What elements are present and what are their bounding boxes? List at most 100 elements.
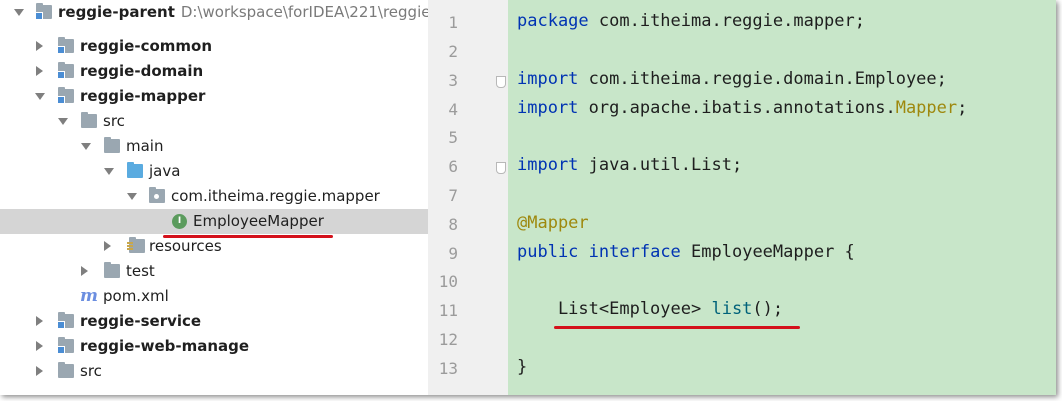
line-number: 7	[448, 186, 458, 205]
tree-item-main[interactable]: main	[0, 134, 428, 159]
code-line-6: import java.util.List;	[517, 155, 742, 175]
line-number: 5	[448, 128, 458, 147]
line-number: 4	[448, 100, 458, 119]
module-folder-icon	[57, 312, 74, 329]
chevron-down-icon[interactable]	[14, 9, 24, 16]
code-line-13: }	[517, 357, 527, 377]
tree-item-src[interactable]: src	[0, 109, 428, 134]
tree-item-label: src	[103, 112, 125, 130]
keyword: package	[517, 11, 589, 31]
tree-item-package[interactable]: com.itheima.reggie.mapper	[0, 184, 428, 209]
tree-item-label: reggie-mapper	[80, 87, 206, 105]
chevron-right-icon[interactable]	[36, 316, 43, 326]
line-number: 3	[448, 71, 458, 90]
chevron-right-icon[interactable]	[36, 66, 43, 76]
code-text: ();	[752, 299, 784, 319]
annotation: @Mapper	[517, 213, 589, 233]
module-folder-icon	[57, 62, 74, 79]
tree-item-label: reggie-common	[80, 37, 213, 55]
tree-item-label: resources	[149, 237, 222, 255]
chevron-down-icon[interactable]	[127, 193, 137, 200]
fold-marker-icon[interactable]	[496, 76, 506, 88]
tree-item-label: main	[126, 137, 164, 155]
code-text: com.itheima.reggie.mapper;	[588, 11, 865, 31]
source-folder-icon	[127, 162, 143, 178]
project-path: D:\workspace\forIDEA\221\reggie-p	[180, 3, 428, 21]
tree-item-label: EmployeeMapper	[193, 212, 324, 230]
folder-icon	[58, 362, 74, 378]
tree-item-label: src	[80, 362, 102, 380]
line-number: 2	[448, 42, 458, 61]
resources-folder-icon	[127, 237, 145, 253]
module-folder-icon	[57, 87, 74, 104]
line-number: 6	[448, 157, 458, 176]
maven-icon: m	[80, 286, 98, 306]
chevron-down-icon[interactable]	[104, 168, 114, 175]
tree-item-test[interactable]: test	[0, 259, 428, 284]
code-line-4: import org.apache.ibatis.annotations.Map…	[517, 98, 967, 118]
code-text: ;	[957, 98, 968, 118]
highlight-underline	[554, 326, 800, 329]
tree-item-java[interactable]: java	[0, 159, 428, 184]
project-tree: reggie-parent D:\workspace\forIDEA\221\re…	[0, 0, 428, 395]
tree-item-reggie-parent[interactable]: reggie-parent D:\workspace\forIDEA\221\re…	[0, 0, 428, 25]
code-line-9: public interface EmployeeMapper {	[517, 242, 855, 262]
chevron-right-icon[interactable]	[36, 41, 43, 51]
tree-item-label: reggie-parent	[58, 3, 175, 21]
tree-item-reggie-web-manage[interactable]: reggie-web-manage	[0, 334, 428, 359]
code-text: EmployeeMapper {	[680, 242, 855, 262]
code-text: com.itheima.reggie.domain.Employee;	[578, 69, 947, 89]
chevron-down-icon[interactable]	[35, 93, 45, 100]
line-number: 11	[438, 301, 458, 320]
keyword: public	[517, 242, 579, 262]
tree-item-reggie-service[interactable]: reggie-service	[0, 309, 428, 334]
annotation-name: Mapper	[895, 98, 958, 118]
tree-item-reggie-common[interactable]: reggie-common	[0, 34, 428, 59]
code-line-3: import com.itheima.reggie.domain.Employe…	[517, 69, 947, 89]
folder-icon	[104, 262, 120, 278]
tree-item-pom[interactable]: m pom.xml	[0, 284, 428, 309]
line-number: 9	[448, 244, 458, 263]
keyword: import	[517, 69, 579, 89]
line-number: 12	[438, 330, 458, 349]
fold-marker-icon[interactable]	[496, 162, 506, 174]
method-name: list	[711, 299, 753, 319]
line-number: 10	[438, 272, 458, 291]
tree-item-label: java	[149, 162, 181, 180]
code-text: java.util.List;	[578, 155, 743, 175]
keyword: interface	[588, 242, 681, 262]
line-number-gutter: 1 2 3 4 5 6 7 8 9 10 11 12 13	[428, 0, 508, 395]
package-icon	[149, 187, 165, 203]
ide-window: reggie-parent D:\workspace\forIDEA\221\re…	[0, 0, 1056, 395]
tree-item-src-root[interactable]: src	[0, 359, 428, 384]
chevron-down-icon[interactable]	[81, 143, 91, 150]
tree-item-label: reggie-service	[80, 312, 202, 330]
code-line-8: @Mapper	[517, 213, 589, 233]
chevron-down-icon[interactable]	[58, 118, 68, 125]
line-number: 8	[448, 215, 458, 234]
code-text: }	[517, 357, 528, 377]
line-number: 1	[448, 13, 458, 32]
code-editor[interactable]: package com.itheima.reggie.mapper; impor…	[508, 0, 1056, 395]
code-line-1: package com.itheima.reggie.mapper;	[517, 11, 865, 31]
tree-item-employee-mapper[interactable]: I EmployeeMapper	[0, 209, 428, 234]
highlight-underline	[163, 235, 333, 238]
chevron-right-icon[interactable]	[81, 266, 88, 276]
tree-item-label: com.itheima.reggie.mapper	[171, 187, 380, 205]
interface-icon: I	[172, 214, 187, 229]
code-text: org.apache.ibatis.annotations.	[578, 98, 896, 118]
tree-item-reggie-mapper[interactable]: reggie-mapper	[0, 84, 428, 109]
folder-icon	[104, 137, 120, 153]
tree-item-label: pom.xml	[103, 287, 169, 305]
keyword: import	[517, 155, 579, 175]
chevron-right-icon[interactable]	[36, 341, 43, 351]
tree-item-label: reggie-web-manage	[80, 337, 250, 355]
folder-icon	[81, 112, 97, 128]
chevron-right-icon[interactable]	[104, 241, 111, 251]
tree-item-label: reggie-domain	[80, 62, 204, 80]
tree-item-label: test	[126, 262, 155, 280]
tree-item-reggie-domain[interactable]: reggie-domain	[0, 59, 428, 84]
keyword: import	[517, 98, 579, 118]
chevron-right-icon[interactable]	[36, 366, 43, 376]
code-text: List<Employee>	[517, 299, 712, 319]
